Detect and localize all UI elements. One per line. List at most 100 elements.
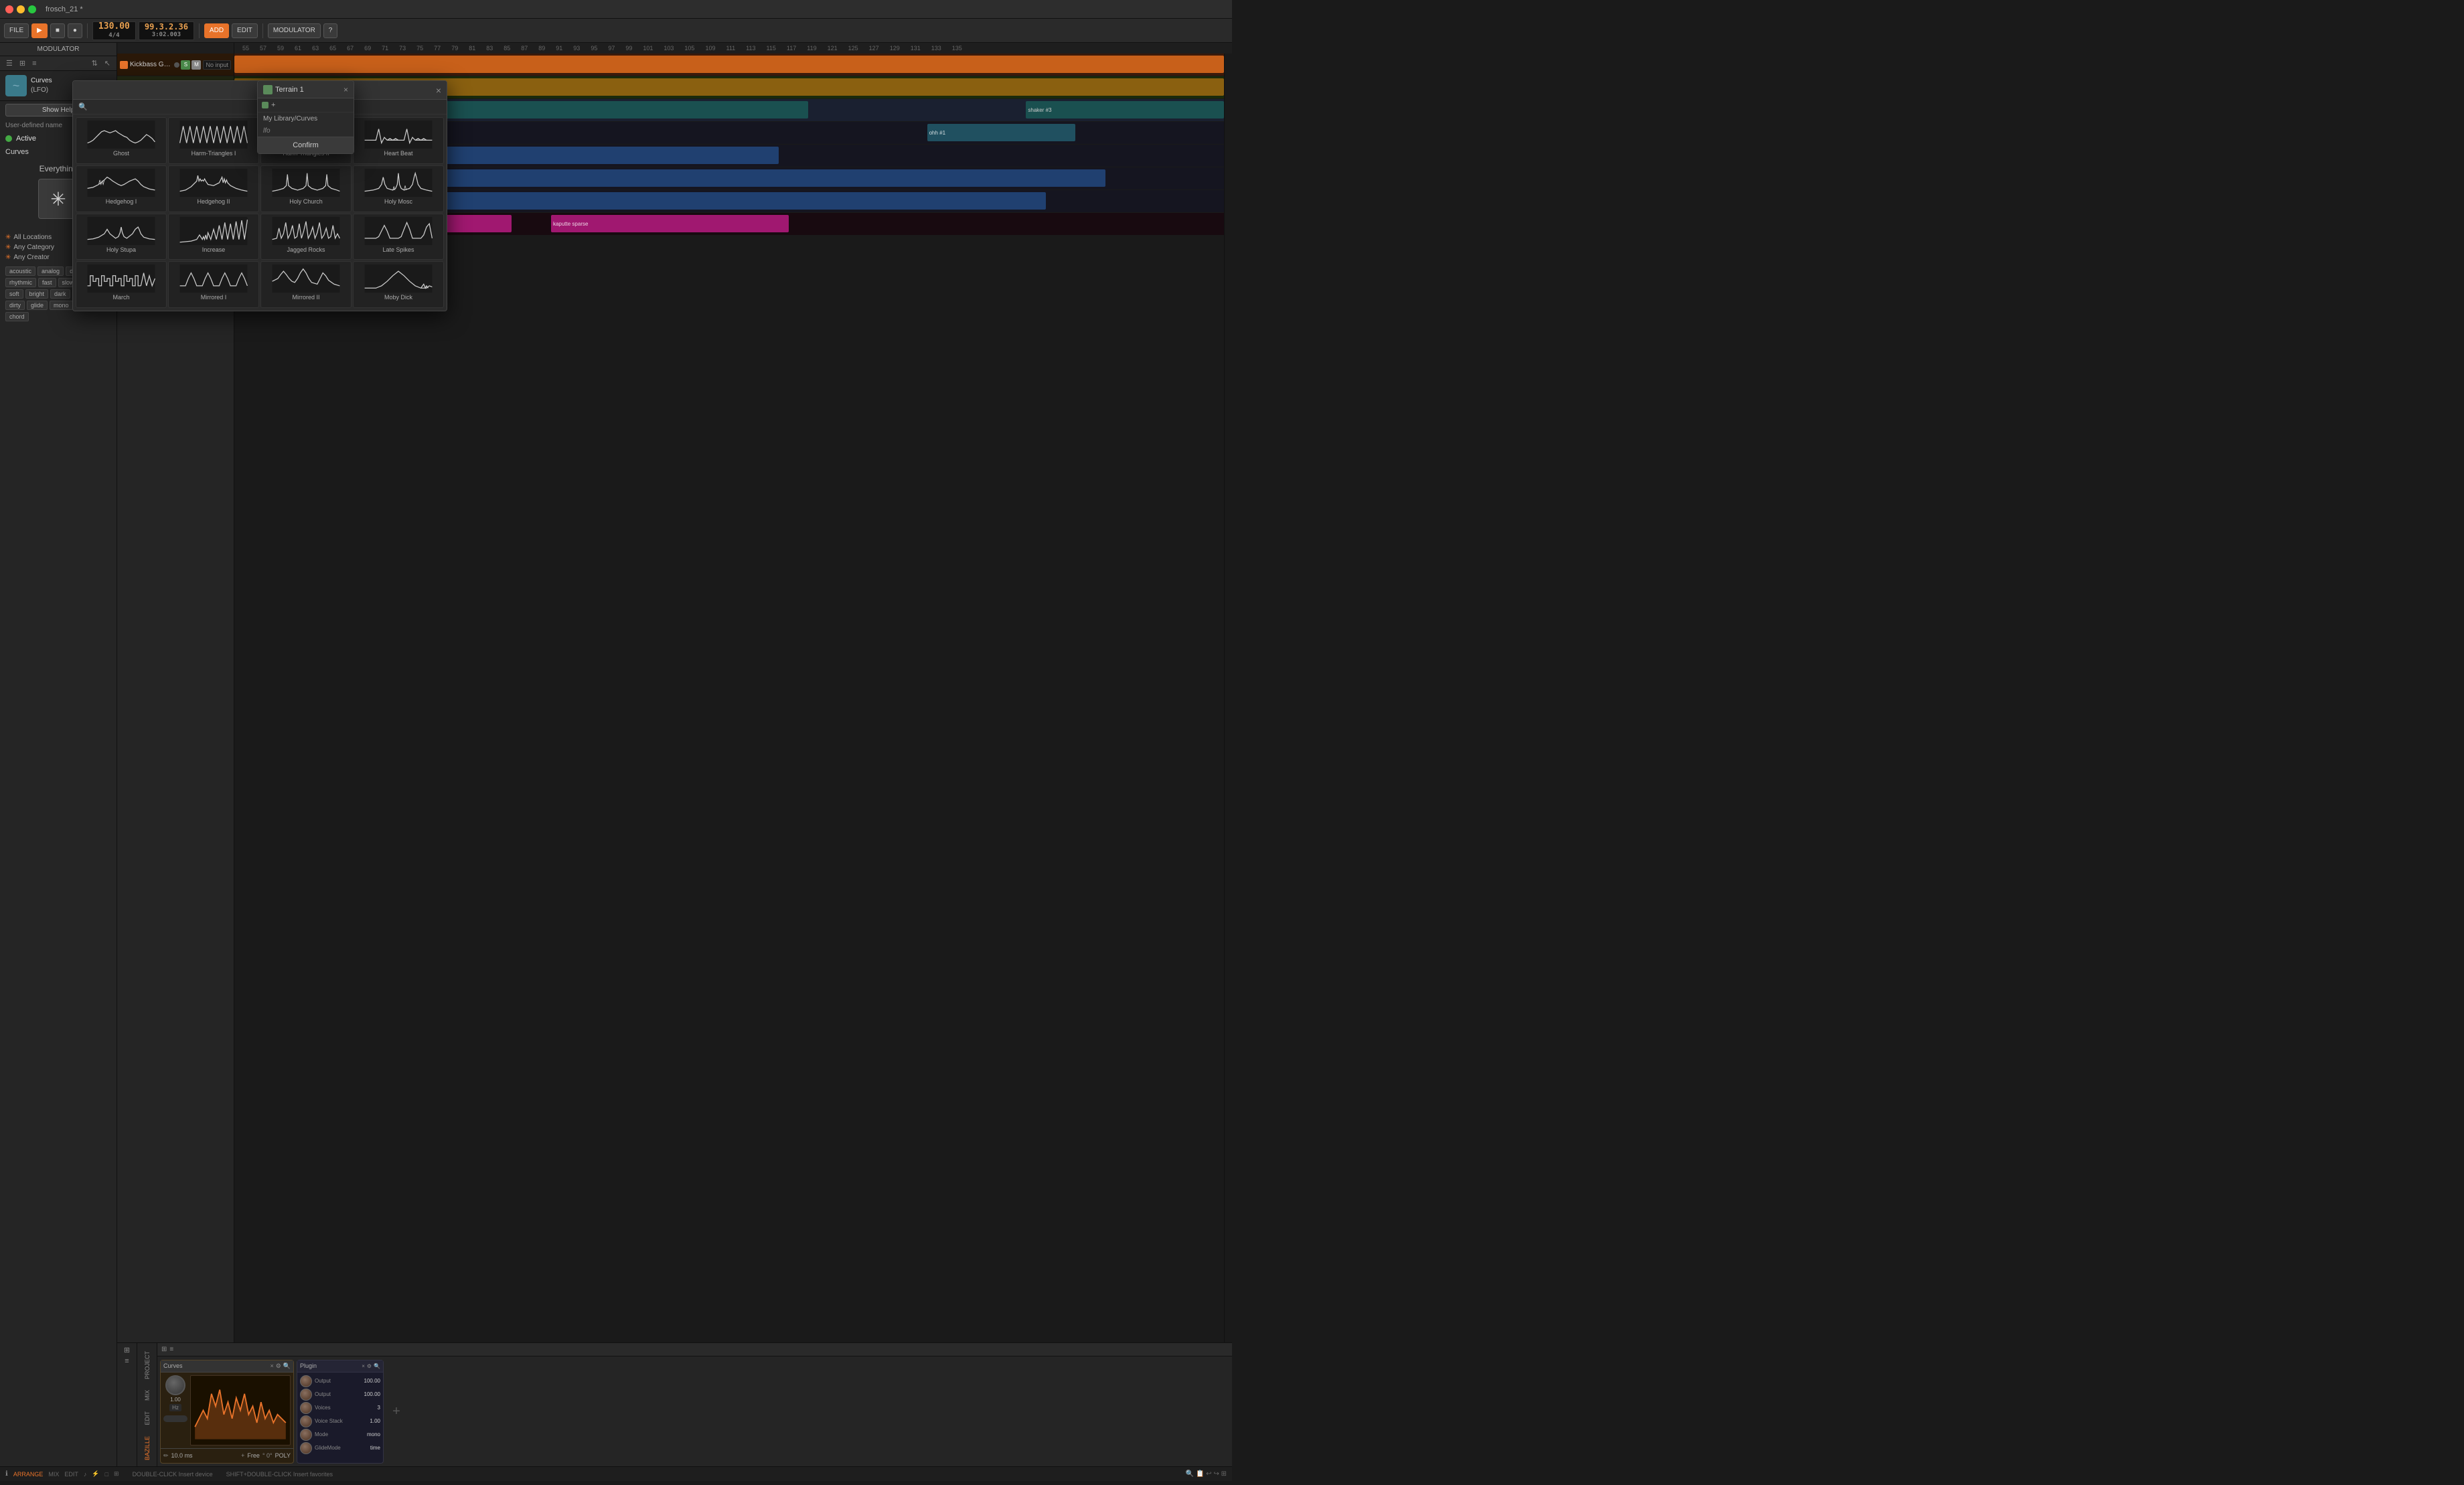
param-voices: Voices 3 [300, 1402, 380, 1414]
file-button[interactable]: FILE [4, 23, 29, 38]
edit-button[interactable]: EDIT [232, 23, 258, 38]
tag-bright[interactable]: bright [25, 289, 49, 299]
terrain-search-input[interactable]: lfo [258, 125, 354, 137]
track-label-kickbass[interactable]: Kickbass Group S M No input [117, 54, 234, 76]
plugin-search[interactable]: 🔍 [374, 1363, 380, 1369]
stop-button[interactable]: ■ [50, 23, 65, 38]
param-knob-voicestack[interactable] [300, 1415, 312, 1427]
help-button[interactable]: ? [323, 23, 338, 38]
param-knob-voices[interactable] [300, 1402, 312, 1414]
terrain-confirm-button[interactable]: Confirm [258, 137, 354, 153]
grid-icon[interactable]: ⊞ [17, 58, 27, 68]
status-zoom-icons: 🔍 📋 ↩ ↪ ⊞ [1186, 1470, 1227, 1478]
curves-plus-icon[interactable]: + [241, 1452, 244, 1459]
curves-device-close[interactable]: × [270, 1362, 273, 1369]
tab-project[interactable]: PROJECT [141, 1346, 153, 1385]
curves-slider[interactable] [163, 1415, 187, 1422]
tab-bazille[interactable]: BAZILLE [141, 1431, 153, 1466]
tag-glide[interactable]: glide [27, 301, 48, 310]
tab-mix[interactable]: MIX [141, 1385, 153, 1406]
curve-late-spikes-label: Late Spikes [382, 246, 414, 253]
curve-item-increase[interactable]: Increase [168, 214, 259, 260]
clip-ohh-1[interactable]: ohh #1 [927, 124, 1076, 141]
curves-knob[interactable] [165, 1375, 185, 1395]
bottom-icon-2[interactable]: ≡ [125, 1357, 129, 1365]
clip-kickbass-main[interactable] [234, 56, 1224, 73]
tag-acoustic[interactable]: acoustic [5, 266, 35, 276]
curve-item-holy-church[interactable]: Holy Church [260, 165, 352, 212]
curve-item-holy-mosc[interactable]: Holy Mosc [353, 165, 444, 212]
curve-item-late-spikes[interactable]: Late Spikes [353, 214, 444, 260]
tag-fast[interactable]: fast [38, 278, 56, 287]
clip-glocken[interactable]: Glocken [412, 169, 1105, 187]
lines-icon[interactable]: ≡ [30, 59, 38, 68]
tag-soft[interactable]: soft [5, 289, 23, 299]
param-knob-output2[interactable] [300, 1389, 312, 1401]
curves-edit-icon[interactable]: ✏ [163, 1452, 169, 1460]
list-icon[interactable]: ☰ [4, 58, 15, 68]
terrain-close-button[interactable]: × [343, 85, 348, 94]
status-arrange[interactable]: ARRANGE [13, 1471, 44, 1478]
terrain-confirm-label: Confirm [293, 141, 319, 149]
curve-item-harm-tri-1[interactable]: Harm-Triangles I [168, 117, 259, 164]
curve-item-mirrored-2[interactable]: Mirrored II [260, 261, 352, 308]
status-edit[interactable]: EDIT [64, 1471, 78, 1478]
curves-device-search[interactable]: 🔍 [283, 1362, 291, 1370]
param-knob-mode[interactable] [300, 1429, 312, 1441]
param-knob-output1[interactable] [300, 1375, 312, 1387]
clip-shaker-3[interactable]: shaker #3 [1026, 101, 1224, 119]
tag-chord[interactable]: chord [5, 312, 29, 321]
curve-increase-preview [171, 217, 256, 245]
plugin-device[interactable]: Plugin × ⚙ 🔍 Output 100.00 [297, 1360, 384, 1464]
modal-close-button[interactable]: × [436, 85, 441, 96]
close-button[interactable] [5, 5, 13, 13]
maximize-button[interactable] [28, 5, 36, 13]
plugin-close[interactable]: × [362, 1363, 365, 1369]
clip-kaputte-2[interactable]: kaputte sparse [551, 215, 789, 232]
plugin-settings[interactable]: ⚙ [367, 1363, 372, 1369]
curve-item-jagged-rocks[interactable]: Jagged Rocks [260, 214, 352, 260]
bottom-icon-1[interactable]: ⊞ [124, 1346, 130, 1354]
arrange-scrollbar[interactable] [1224, 54, 1232, 1342]
curve-item-mirrored-1[interactable]: Mirrored I [168, 261, 259, 308]
curve-march-label: March [112, 294, 129, 301]
bottom-left-icons: ⊞ ≡ [117, 1343, 137, 1466]
curve-item-heart-beat[interactable]: Heart Beat [353, 117, 444, 164]
curve-item-march[interactable]: March [76, 261, 167, 308]
status-bar: ℹ ARRANGE MIX EDIT ♪ ⚡ □ ⊞ DOUBLE-CLICK … [0, 1466, 1232, 1481]
terrain-add-button[interactable]: + [271, 101, 275, 109]
tag-dark[interactable]: dark [50, 289, 70, 299]
curve-item-hedgehog-2[interactable]: Hedgehog II [168, 165, 259, 212]
param-knob-glidemode[interactable] [300, 1442, 312, 1454]
curves-device[interactable]: Curves × ⚙ 🔍 1.00 Hz [160, 1360, 294, 1464]
record-button[interactable]: ● [68, 23, 82, 38]
tempo-display[interactable]: 130.00 4/4 [92, 21, 136, 40]
track-mute-kickbass[interactable] [174, 62, 179, 68]
sort-icon[interactable]: ⇅ [90, 58, 100, 68]
track-monitor-kickbass[interactable]: M [191, 60, 201, 70]
curve-item-hedgehog-1[interactable]: Hedgehog I [76, 165, 167, 212]
curve-hedgehog-2-preview [171, 169, 256, 197]
tag-analog[interactable]: analog [37, 266, 64, 276]
tag-mono[interactable]: mono [50, 301, 73, 310]
tag-dirty[interactable]: dirty [5, 301, 25, 310]
play-button[interactable]: ▶ [31, 23, 48, 38]
status-mix[interactable]: MIX [48, 1471, 59, 1478]
add-button[interactable]: ADD [204, 23, 229, 38]
curves-hz-label[interactable]: Hz [169, 1404, 181, 1411]
curve-holy-mosc-preview [356, 169, 441, 197]
minimize-button[interactable] [17, 5, 25, 13]
track-solo-kickbass[interactable]: S [181, 60, 190, 70]
tag-rhythmic[interactable]: rhythmic [5, 278, 36, 287]
curves-device-settings[interactable]: ⚙ [276, 1362, 281, 1370]
curve-item-holy-stupa[interactable]: Holy Stupa [76, 214, 167, 260]
param-output-1: Output 100.00 [300, 1375, 380, 1387]
add-device-button[interactable]: + [386, 1404, 406, 1419]
tab-edit[interactable]: EDIT [141, 1406, 153, 1431]
position-display[interactable]: 99.3.2.36 3:02.003 [139, 21, 194, 40]
curve-item-ghost[interactable]: Ghost [76, 117, 167, 164]
curve-item-moby-dick[interactable]: Moby Dick [353, 261, 444, 308]
cursor-icon[interactable]: ↖ [102, 58, 112, 68]
clips-row-kickbass [234, 54, 1224, 76]
modulator-button[interactable]: MODULATOR [268, 23, 321, 38]
